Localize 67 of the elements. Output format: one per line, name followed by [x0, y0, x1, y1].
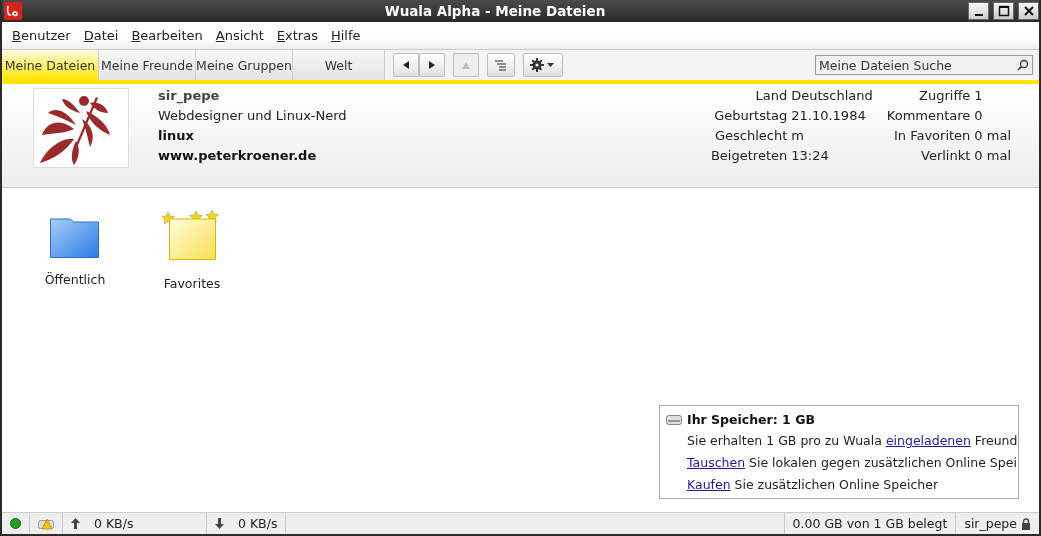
detail-label: Geschlecht	[713, 127, 788, 145]
menu-item[interactable]: Benutzer	[12, 28, 71, 43]
detail-value: 21.10.1984	[791, 107, 867, 125]
tab[interactable]: Meine Gruppen	[196, 50, 293, 80]
user-name: sir_pepe	[158, 87, 221, 106]
search-field[interactable]: Meine Dateien Suche	[815, 55, 1033, 75]
menu-item[interactable]: Extras	[276, 28, 318, 43]
tab[interactable]: Welt	[293, 50, 385, 80]
upload-rate: 0 KB/s	[94, 516, 134, 531]
detail-label: Geburtstag	[713, 107, 788, 125]
detail-label: Land	[754, 87, 788, 105]
detail-label: Beigetreten	[710, 147, 788, 165]
upload-arrow-icon	[71, 518, 80, 529]
stat-value: 1	[974, 87, 984, 105]
connection-status-icon	[10, 518, 21, 529]
folder-label[interactable]: Favorites	[163, 276, 221, 291]
search-icon	[1017, 59, 1029, 71]
forward-button[interactable]	[419, 53, 445, 77]
menu-item[interactable]: Datei	[83, 28, 119, 43]
stat-label: Verlinkt	[920, 147, 971, 165]
storage-title: Ihr Speicher: 1 GB	[687, 412, 815, 427]
stat-value: 0 mal	[974, 147, 1011, 165]
storage-text: Kaufen Sie zusätzlichen Online Speicher	[686, 476, 940, 494]
status-user: sir_pepe	[964, 516, 1017, 531]
close-button[interactable]	[1018, 2, 1039, 20]
stat-value: 0 mal	[974, 127, 1011, 145]
storage-text: Sie erhalten 1 GB pro zu Wuala eingeladenen Freund	[686, 432, 1018, 450]
tab[interactable]: Meine Freunde	[99, 50, 196, 80]
gear-icon	[530, 58, 556, 72]
stat-value: 0	[974, 107, 984, 125]
list-view-button[interactable]	[487, 53, 515, 77]
user-keyword: linux	[158, 127, 195, 145]
window-title: Wuala Alpha - Meine Dateien	[383, 3, 607, 19]
folder-label[interactable]: Öffentlich	[44, 272, 106, 287]
website-link[interactable]: www.peterkroener.de	[158, 146, 347, 166]
detail-value: 13:24	[791, 147, 830, 165]
menu-item[interactable]: Bearbeiten	[131, 28, 203, 43]
settings-button[interactable]	[523, 53, 563, 77]
warning-icon	[38, 517, 54, 530]
detail-value: m	[791, 127, 805, 145]
drive-icon	[666, 414, 682, 425]
stat-label: In Favoriten	[892, 127, 971, 145]
stat-label: Kommentare	[886, 107, 971, 125]
minimize-button[interactable]	[968, 2, 989, 20]
lock-icon	[1021, 517, 1031, 530]
list-icon	[494, 59, 508, 71]
folder-icon	[50, 216, 100, 258]
user-description: Webdesigner und Linux-Nerd	[158, 107, 347, 125]
tab[interactable]: Meine Dateien	[2, 50, 99, 80]
detail-value: Deutschland	[791, 87, 873, 105]
menu-item[interactable]: Hilfe	[330, 28, 361, 43]
minimize-icon	[974, 14, 983, 16]
app-logo-icon	[4, 2, 22, 20]
stat-label: Zugriffe	[918, 87, 971, 105]
storage-text: Tauschen Sie lokalen gegen zusätzlichen Online Spei	[686, 454, 1018, 472]
download-rate: 0 KB/s	[238, 516, 278, 531]
download-arrow-icon	[215, 518, 224, 529]
star-folder-icon	[162, 210, 222, 262]
text-link[interactable]: Kaufen	[687, 477, 731, 492]
close-icon	[1022, 5, 1035, 17]
back-button[interactable]	[393, 53, 419, 77]
menu-item[interactable]: Ansicht	[215, 28, 264, 43]
storage-usage: 0.00 GB von 1 GB belegt	[792, 516, 948, 531]
maximize-icon	[997, 5, 1010, 17]
text-link[interactable]: eingeladenen	[885, 433, 971, 448]
maximize-button[interactable]	[993, 2, 1014, 20]
text-link[interactable]: Tauschen	[687, 455, 746, 470]
